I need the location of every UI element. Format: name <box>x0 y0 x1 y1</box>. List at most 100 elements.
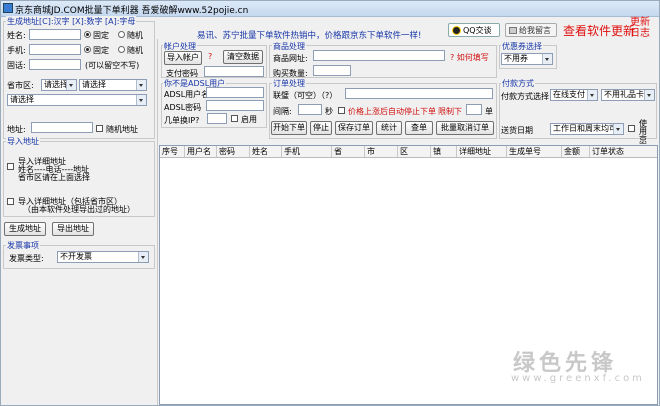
coupon-select[interactable]: 不用券 <box>501 53 553 65</box>
app-icon <box>3 3 13 13</box>
contact-label: 联璧（可空）（?） <box>273 91 338 100</box>
city-select[interactable]: 请选择 <box>79 79 147 91</box>
address-input[interactable] <box>31 122 93 133</box>
name-input[interactable] <box>29 29 81 40</box>
jingdou-checkbox[interactable] <box>628 125 635 132</box>
title-bar: 京东商城JD.COM批量下单利器 吾爱破解www.52pojie.cn <box>1 1 659 17</box>
province-select[interactable]: 请选择 <box>41 79 77 91</box>
contact-input[interactable] <box>345 88 493 99</box>
generate-address-button[interactable]: 生成地址 <box>4 222 46 236</box>
invoice-type-value: 不开发票 <box>60 252 92 261</box>
province-label: 省市区: <box>7 81 34 90</box>
col-header-phone[interactable]: 手机 <box>282 146 332 157</box>
main-window: 京东商城JD.COM批量下单利器 吾爱破解www.52pojie.cn QQ交谈… <box>0 0 660 406</box>
phone-label: 手机: <box>7 46 26 55</box>
price-stop-checkbox[interactable] <box>338 107 345 114</box>
product-url-label: 商品网址: <box>273 54 308 63</box>
save-order-button[interactable]: 保存订单 <box>335 121 373 135</box>
qq-chat-label: QQ交谈 <box>463 26 492 35</box>
clear-data-button[interactable]: 清空数据 <box>223 50 263 64</box>
delivery-date-select[interactable]: 工作日和周末均可 <box>550 123 624 135</box>
coupon-title: 优惠券选择 <box>501 41 543 52</box>
import-account-button[interactable]: 导入帐户 <box>164 51 202 65</box>
account-help-icon[interactable]: ? <box>208 52 212 61</box>
gift-card-value: 不用礼品卡 <box>604 90 644 99</box>
watermark-url: www.greenxf.com <box>511 373 645 384</box>
name-fixed-radio[interactable] <box>84 31 91 38</box>
phone-input[interactable] <box>29 44 81 55</box>
price-stop-label: 价格上涨后自动停止下单 <box>348 107 436 116</box>
col-header-order-no[interactable]: 生成单号 <box>507 146 562 157</box>
col-header-province[interactable]: 省 <box>332 146 365 157</box>
delivery-date-label: 送货日期 <box>501 126 533 135</box>
product-url-input[interactable] <box>313 50 445 61</box>
promo-notice: 易讯、苏宁批量下单软件热销中，价格跟京东下单软件一样! <box>197 31 422 41</box>
export-address-button[interactable]: 导出地址 <box>52 222 94 236</box>
landline-input[interactable] <box>29 59 81 70</box>
window-title: 京东商城JD.COM批量下单利器 吾爱破解www.52pojie.cn <box>15 6 249 16</box>
payment-title: 付款方式 <box>501 78 535 89</box>
statistics-button[interactable]: 统计 <box>376 121 402 135</box>
chevron-down-icon <box>138 252 148 262</box>
switch-ip-label: 几单换IP? <box>164 116 200 125</box>
landline-hint: (可以留空不写) <box>85 61 140 70</box>
coupon-select-value: 不用券 <box>504 54 528 63</box>
import-option1-checkbox[interactable] <box>7 163 14 170</box>
col-header-town[interactable]: 镇 <box>431 146 457 157</box>
col-header-amount[interactable]: 金额 <box>562 146 590 157</box>
province-select-value: 请选择 <box>44 80 68 89</box>
random-address-label: 随机地址 <box>106 125 138 134</box>
adsl-password-label: ADSL密码 <box>164 103 202 112</box>
name-label: 姓名: <box>7 31 26 40</box>
payment-method-select[interactable]: 在线支付 <box>550 89 598 101</box>
random-address-checkbox[interactable] <box>96 125 103 132</box>
adsl-password-input[interactable] <box>206 100 264 111</box>
switch-ip-input[interactable] <box>207 113 227 124</box>
left-panel-divider <box>157 39 158 405</box>
batch-cancel-button[interactable]: 批量取消订单 <box>436 121 494 135</box>
district-select[interactable]: 请选择 <box>7 94 147 106</box>
chevron-down-icon <box>542 54 552 64</box>
check-order-button[interactable]: 查单 <box>405 121 433 135</box>
leave-message-label: 给我留言 <box>519 26 551 35</box>
interval-input[interactable] <box>298 104 322 115</box>
limit-unit: 单 <box>485 107 493 116</box>
limit-label: 限制下 <box>438 107 462 116</box>
city-select-value: 请选择 <box>82 80 106 89</box>
col-header-status[interactable]: 订单状态 <box>590 146 657 157</box>
import-option2-checkbox[interactable] <box>7 198 14 205</box>
address-gen-title: 生成地址[C]:汉字 [X]:数字 [A]:字母 <box>6 16 137 27</box>
quantity-input[interactable] <box>313 65 351 76</box>
col-header-password[interactable]: 密码 <box>217 146 250 157</box>
col-header-address[interactable]: 详细地址 <box>457 146 507 157</box>
start-order-button[interactable]: 开始下单 <box>271 121 307 135</box>
pay-password-input[interactable] <box>204 66 264 77</box>
col-header-name[interactable]: 姓名 <box>250 146 282 157</box>
adsl-user-input[interactable] <box>206 87 264 98</box>
check-update-link[interactable]: 查看软件更新 <box>563 22 635 39</box>
name-random-label: 随机 <box>127 31 143 40</box>
adsl-enable-label: 启用 <box>241 115 257 124</box>
order-title: 订单处理 <box>272 78 306 89</box>
stop-button[interactable]: 停止 <box>310 121 332 135</box>
import-option2-line2: （由本软件处理导出过的地址） <box>23 205 135 214</box>
how-to-fill-link[interactable]: ? 如何填写 <box>450 52 489 63</box>
product-title: 商品处理 <box>272 41 306 52</box>
chevron-down-icon <box>587 90 597 100</box>
col-header-city[interactable]: 市 <box>365 146 398 157</box>
phone-fixed-radio[interactable] <box>84 46 91 53</box>
phone-random-radio[interactable] <box>118 46 125 53</box>
update-log-link[interactable]: 更新日志 <box>630 17 654 39</box>
adsl-enable-checkbox[interactable] <box>231 115 238 122</box>
leave-message-button[interactable]: 给我留言 <box>505 23 557 37</box>
import-address-title: 导入地址 <box>6 136 40 147</box>
name-random-radio[interactable] <box>118 31 125 38</box>
limit-input[interactable] <box>466 104 482 115</box>
orders-table-header: 序号 用户名 密码 姓名 手机 省 市 区 镇 详细地址 生成单号 金额 订单状… <box>160 146 657 158</box>
col-header-index[interactable]: 序号 <box>160 146 185 157</box>
col-header-username[interactable]: 用户名 <box>185 146 217 157</box>
invoice-type-select[interactable]: 不开发票 <box>57 251 149 263</box>
qq-chat-button[interactable]: QQ交谈 <box>448 23 500 37</box>
gift-card-select[interactable]: 不用礼品卡 <box>601 89 655 101</box>
col-header-district[interactable]: 区 <box>398 146 431 157</box>
